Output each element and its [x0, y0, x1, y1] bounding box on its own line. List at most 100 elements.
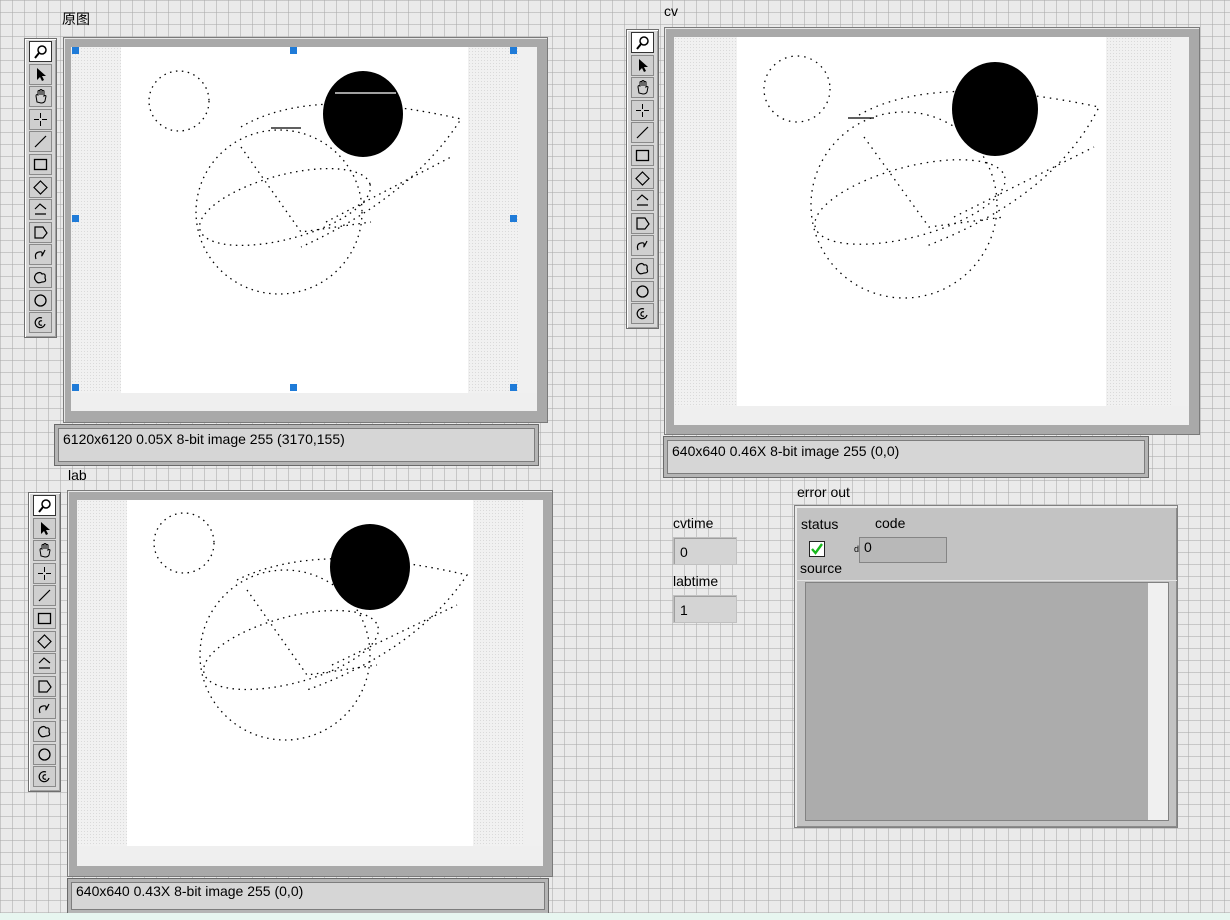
- image-status-bar-original: 6120x6120 0.05X 8-bit image 255 (3170,15…: [54, 424, 539, 466]
- image-display-cv[interactable]: [664, 27, 1200, 435]
- polygon-icon: [34, 226, 48, 239]
- freehand-region-icon: [635, 262, 649, 275]
- freehand-line-tool[interactable]: [631, 235, 654, 257]
- oval-icon: [38, 747, 51, 761]
- annulus-tool[interactable]: [631, 303, 654, 325]
- image-status-text-original: 6120x6120 0.05X 8-bit image 255 (3170,15…: [58, 428, 535, 462]
- crosshair-icon: [38, 566, 51, 580]
- crosshair-tool[interactable]: [33, 562, 56, 584]
- freehand-line-icon: [34, 250, 46, 260]
- tool-palette-original: [24, 38, 57, 338]
- image-display-lab[interactable]: [67, 490, 553, 877]
- source-field[interactable]: [805, 582, 1169, 821]
- crosshair-tool[interactable]: [631, 99, 654, 121]
- crosshair-icon: [34, 112, 47, 126]
- image-display-original[interactable]: [63, 37, 548, 423]
- pan-hand-icon: [637, 80, 649, 95]
- line-tool[interactable]: [631, 122, 654, 144]
- code-field[interactable]: 0: [859, 537, 947, 563]
- annulus-tool[interactable]: [33, 766, 56, 788]
- annulus-tool[interactable]: [29, 312, 52, 334]
- polygon-tool[interactable]: [631, 212, 654, 234]
- rotated-rectangle-tool[interactable]: [33, 630, 56, 652]
- polygon-icon: [636, 217, 650, 230]
- zoom-tool[interactable]: [29, 41, 52, 62]
- rotated-rectangle-icon: [635, 170, 650, 186]
- polygon-tool[interactable]: [29, 221, 52, 243]
- arrow-icon: [37, 67, 46, 81]
- zoom-icon: [636, 36, 649, 50]
- tool-palette-lab: [28, 492, 61, 792]
- tool-palette-cv: [626, 29, 659, 329]
- rectangle-tool[interactable]: [29, 153, 52, 175]
- line-icon: [38, 589, 51, 602]
- arrow-icon: [639, 58, 648, 72]
- arrow-tool[interactable]: [29, 63, 52, 85]
- rectangle-tool[interactable]: [631, 144, 654, 166]
- rectangle-tool[interactable]: [33, 607, 56, 629]
- labtime-indicator: 1: [673, 595, 737, 623]
- zoom-tool[interactable]: [33, 495, 56, 516]
- freehand-region-tool[interactable]: [29, 266, 52, 288]
- bottom-strip: [0, 913, 1230, 920]
- image-canvas-lab[interactable]: [77, 500, 523, 846]
- source-scrollbar[interactable]: [1148, 583, 1168, 820]
- line-icon: [34, 135, 47, 148]
- freehand-line-tool[interactable]: [33, 698, 56, 720]
- oval-tool[interactable]: [33, 743, 56, 765]
- image-status-text-cv: 640x640 0.46X 8-bit image 255 (0,0): [667, 440, 1145, 474]
- rotated-rectangle-tool[interactable]: [631, 167, 654, 189]
- line-tool[interactable]: [29, 131, 52, 153]
- zoom-icon: [38, 499, 51, 513]
- zoom-tool[interactable]: [631, 32, 654, 53]
- code-label: code: [875, 515, 906, 531]
- arrow-tool[interactable]: [631, 54, 654, 76]
- panel-label-cv: cv: [664, 3, 678, 19]
- oval-tool[interactable]: [631, 280, 654, 302]
- freehand-line-tool[interactable]: [29, 244, 52, 266]
- pan-hand-icon: [39, 543, 51, 558]
- annulus-icon: [34, 317, 46, 329]
- source-label: source: [800, 560, 843, 576]
- panel-label-lab: lab: [68, 467, 87, 483]
- error-out-cluster: status code d 0 source: [794, 505, 1178, 828]
- image-status-bar-cv: 640x640 0.46X 8-bit image 255 (0,0): [663, 436, 1149, 478]
- freehand-region-tool[interactable]: [33, 720, 56, 742]
- pan-hand-tool[interactable]: [631, 77, 654, 99]
- polygon-tool[interactable]: [33, 675, 56, 697]
- rectangle-icon: [33, 158, 48, 171]
- rotated-rectangle-icon: [37, 633, 52, 649]
- freehand-region-tool[interactable]: [631, 257, 654, 279]
- polygon-icon: [38, 680, 52, 693]
- freehand-line-icon: [636, 241, 648, 251]
- annulus-icon: [636, 308, 648, 320]
- image-canvas-original[interactable]: [71, 47, 519, 393]
- arrow-tool[interactable]: [33, 517, 56, 539]
- polyline-tool[interactable]: [631, 190, 654, 212]
- freehand-region-icon: [37, 725, 51, 738]
- crosshair-tool[interactable]: [29, 108, 52, 130]
- polyline-icon: [34, 203, 47, 215]
- image-content-cv: [763, 55, 1100, 299]
- rotated-rectangle-icon: [33, 179, 48, 195]
- pan-hand-tool[interactable]: [33, 540, 56, 562]
- image-canvas-cv[interactable]: [674, 37, 1171, 406]
- polyline-icon: [636, 194, 649, 206]
- pan-hand-icon: [35, 89, 47, 104]
- status-checkbox[interactable]: [809, 541, 825, 557]
- polyline-tool[interactable]: [33, 653, 56, 675]
- rotated-rectangle-tool[interactable]: [29, 176, 52, 198]
- status-label: status: [801, 516, 839, 532]
- arrow-icon: [41, 521, 50, 535]
- labtime-label: labtime: [673, 573, 719, 589]
- annulus-icon: [38, 771, 50, 783]
- image-content-lab: [153, 512, 469, 741]
- freehand-line-icon: [38, 704, 50, 714]
- image-status-text-lab: 640x640 0.43X 8-bit image 255 (0,0): [71, 882, 545, 910]
- oval-tool[interactable]: [29, 289, 52, 311]
- pan-hand-tool[interactable]: [29, 86, 52, 108]
- polyline-tool[interactable]: [29, 199, 52, 221]
- cvtime-label: cvtime: [673, 515, 714, 531]
- rectangle-icon: [37, 612, 52, 625]
- line-tool[interactable]: [33, 585, 56, 607]
